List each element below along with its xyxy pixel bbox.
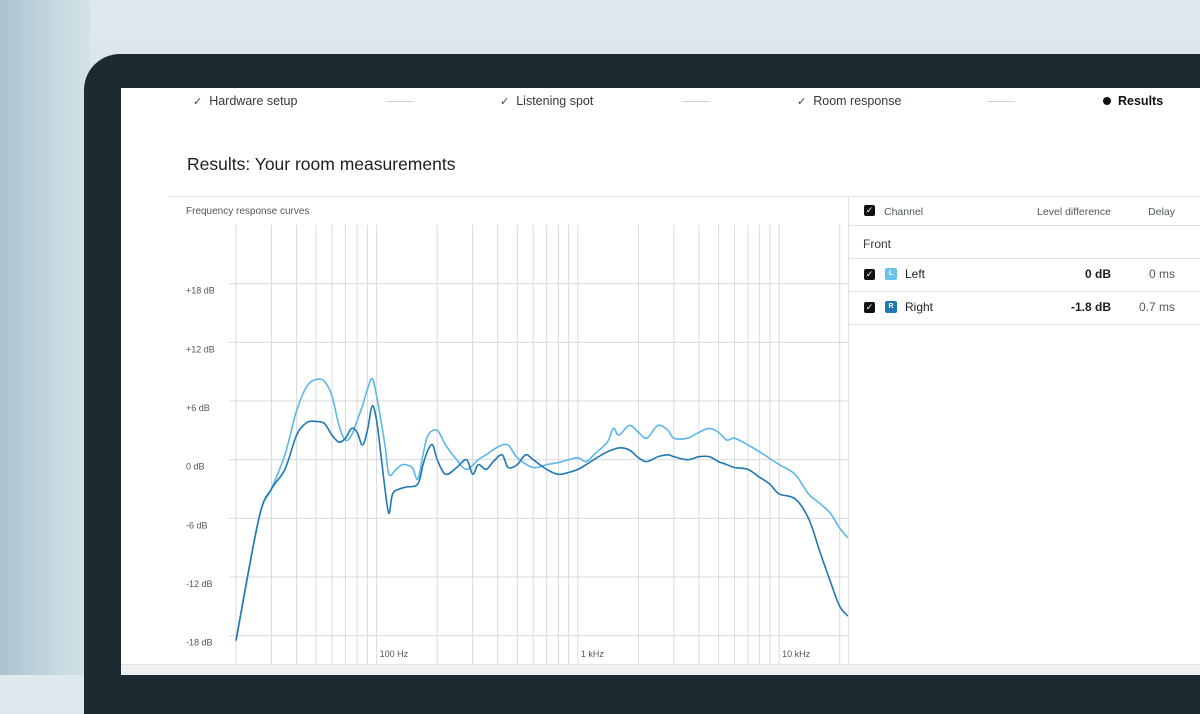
channel-badge-r: R [885,301,897,313]
header-channel: Channel [884,206,924,218]
step-label: Listening spot [516,94,594,108]
step-listening-spot[interactable]: ✓ Listening spot [500,94,593,108]
dot-icon [1103,97,1111,105]
channel-name: Right [905,300,934,314]
chart-panel: Frequency response curves +18 dB +12 dB +6… [169,196,849,675]
channel-row-right[interactable]: ✓ R Right -1.8 dB 0.7 ms [849,291,1200,323]
bottom-bar [121,664,1200,675]
check-icon: ✓ [797,95,807,108]
channel-level: -1.8 dB [1070,300,1111,314]
channel-badge-l: L [885,268,897,280]
y-tick-label: -6 dB [186,520,208,530]
channel-checkbox[interactable]: ✓ [864,269,875,280]
channel-row-left[interactable]: ✓ L Left 0 dB 0 ms [849,258,1200,290]
series-line-left [235,377,848,641]
select-all-checkbox[interactable]: ✓ [864,205,875,216]
step-separator [386,101,414,102]
header-delay: Delay [1148,206,1175,218]
step-label: Results [1118,94,1164,108]
app-screen: ✓ Hardware setup ✓ Listening spot ✓ Room… [121,88,1200,675]
y-tick-label: -12 dB [186,579,213,589]
y-tick-label: +18 dB [186,286,215,296]
header-level-difference: Level difference [1037,206,1111,218]
page-title: Results: Your room measurements [187,154,456,174]
y-tick-label: +12 dB [186,344,215,354]
step-room-response[interactable]: ✓ Room response [797,94,901,108]
step-separator [987,101,1015,102]
y-tick-label: -18 dB [186,638,213,648]
y-tick-label: 0 dB [186,462,205,472]
x-tick-label: 10 kHz [782,649,811,659]
frequency-response-chart: +18 dB +12 dB +6 dB 0 dB -6 dB -12 dB -18 dB 1… [186,225,848,675]
y-tick-label: +6 dB [186,403,210,413]
channel-delay: 0 ms [1148,267,1175,281]
channel-level: 0 dB [1084,267,1111,281]
step-label: Hardware setup [209,94,298,108]
x-tick-label: 100 Hz [380,649,409,659]
group-label-front: Front [863,237,892,251]
channel-name: Left [905,267,926,281]
step-results[interactable]: Results [1103,94,1163,108]
check-icon: ✓ [193,95,203,108]
x-tick-label: 1 kHz [581,649,605,659]
series-line-right [235,404,848,641]
step-hardware-setup[interactable]: ✓ Hardware setup [193,94,297,108]
channel-delay: 0.7 ms [1138,300,1175,314]
background-blur [0,0,90,675]
channel-table: ✓ Channel Level difference Delay Front ✓… [849,196,1200,675]
chart-title: Frequency response curves [186,206,310,217]
step-separator [682,101,710,102]
table-header: ✓ Channel Level difference Delay [849,197,1200,226]
progress-stepper: ✓ Hardware setup ✓ Listening spot ✓ Room… [121,88,1200,118]
divider [849,324,1200,325]
check-icon: ✓ [500,95,510,108]
step-label: Room response [813,94,902,108]
channel-checkbox[interactable]: ✓ [864,302,875,313]
